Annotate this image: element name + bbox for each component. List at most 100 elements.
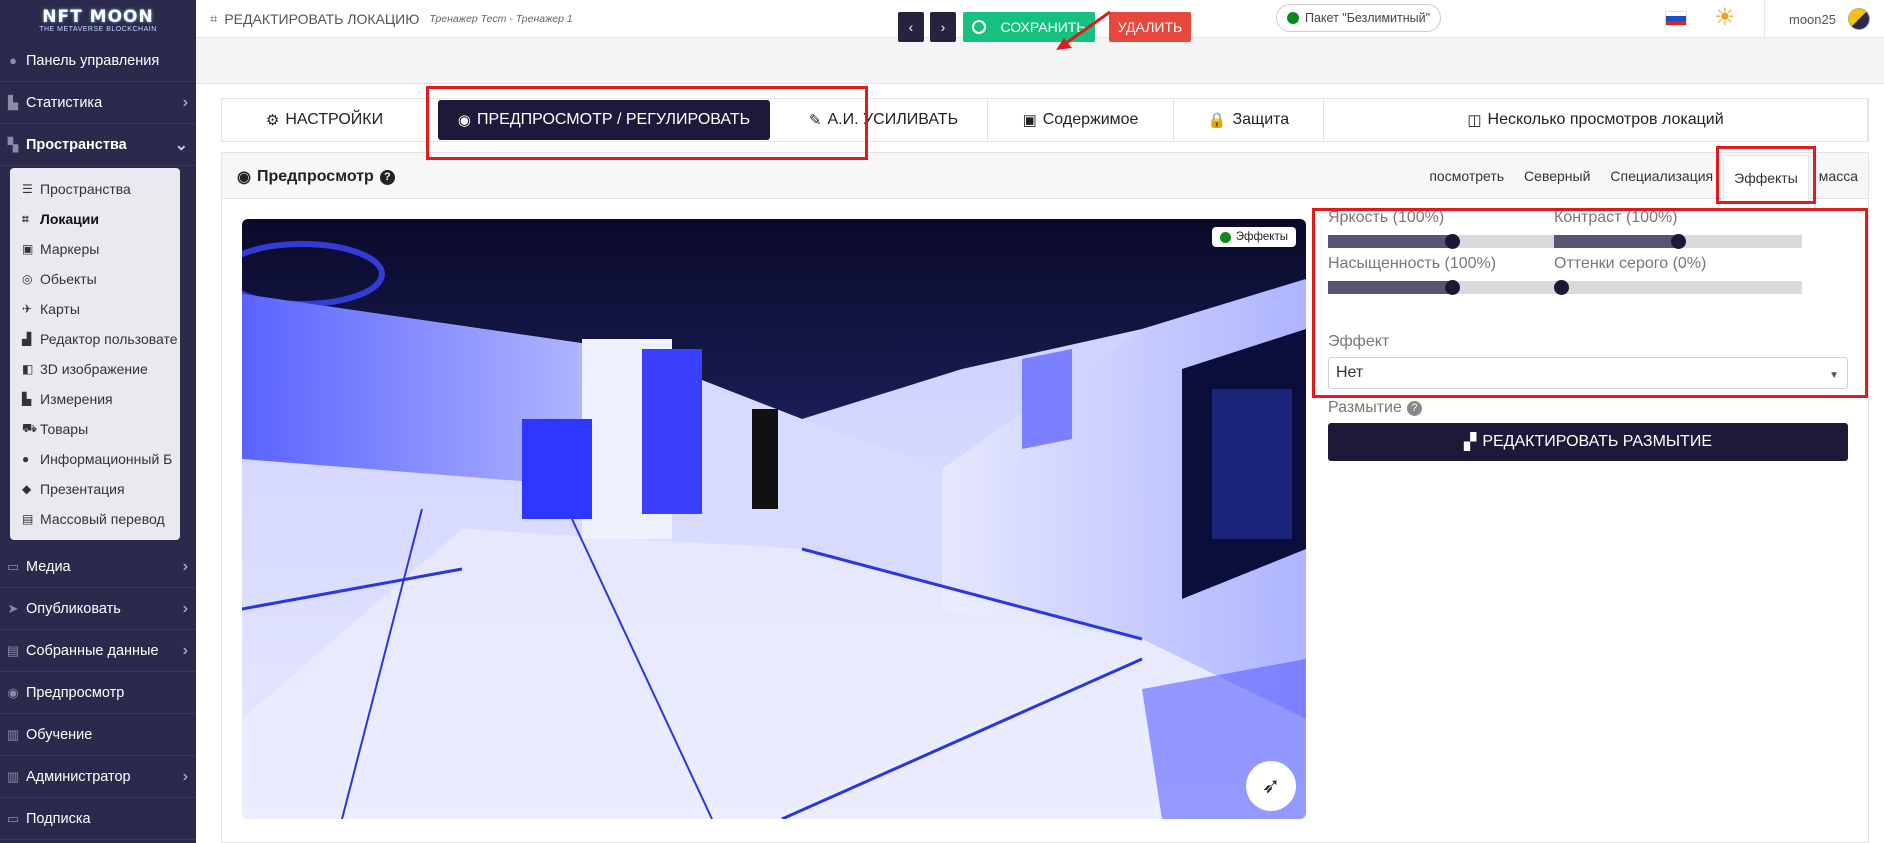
slider-handle[interactable] xyxy=(1445,280,1460,295)
menu-icon: ▥ xyxy=(6,726,20,742)
prev-button[interactable]: ‹ xyxy=(898,12,924,42)
submenu-item[interactable]: ☰ Пространства xyxy=(10,174,180,204)
submenu-item[interactable]: ▣ Маркеры xyxy=(10,234,180,264)
tab-label: Содержимое xyxy=(1042,111,1139,128)
theme-toggle-icon[interactable]: ☀ xyxy=(1714,5,1736,31)
tab-icon: ⚙ xyxy=(265,112,280,129)
sidebar-item-label: Медиа xyxy=(26,558,71,575)
submenu-item[interactable]: ✈ Карты xyxy=(10,294,180,324)
submenu-item[interactable]: ▤ Массовый перевод xyxy=(10,504,180,534)
help-icon[interactable]: ? xyxy=(1406,400,1422,416)
annotation-arrow-icon xyxy=(1056,10,1111,50)
tab-3[interactable]: ▣ Содержимое xyxy=(988,98,1174,142)
delete-button[interactable]: УДАЛИТЬ xyxy=(1109,12,1191,42)
panorama-preview[interactable]: Эффекты ➶ xyxy=(242,219,1306,819)
preview-tab[interactable]: Северный xyxy=(1514,153,1600,199)
sidebar-item-label: Пространства xyxy=(26,136,127,153)
slider-handle[interactable] xyxy=(1671,234,1686,249)
page-subtitle: Тренажер Тест - Тренажер 1 xyxy=(429,12,573,25)
chevron-icon: ⌄ xyxy=(174,136,188,154)
submenu-item[interactable]: ▟ Редактор пользовате xyxy=(10,324,180,354)
effects-badge-label: Эффекты xyxy=(1235,231,1288,243)
submenu-item[interactable]: ◎ Обьекты xyxy=(10,264,180,294)
submenu-item[interactable]: ● Информационный Б xyxy=(10,444,180,474)
grayscale-slider[interactable]: Оттенки серого (0%) xyxy=(1554,255,1802,295)
submenu-label: Презентация xyxy=(40,481,125,497)
location-icon: ⌗ xyxy=(210,10,218,26)
sidebar-item-items_top-1[interactable]: ▙ Статистика › xyxy=(0,82,196,124)
submenu-label: Массовый перевод xyxy=(40,511,165,527)
tab-icon: 🔒 xyxy=(1207,112,1227,129)
sidebar-item-items_bottom-3[interactable]: ◉ Предпросмотр xyxy=(0,672,196,714)
status-dot-icon xyxy=(1287,12,1299,24)
preview-tab[interactable]: Специализация xyxy=(1600,153,1723,199)
menu-icon: ▭ xyxy=(6,558,20,574)
sidebar-item-label: Опубликовать xyxy=(26,600,121,617)
tab-1[interactable]: ◉ ПРЕДПРОСМОТР / РЕГУЛИРОВАТЬ xyxy=(438,100,770,140)
compass-icon[interactable]: ➶ xyxy=(1246,761,1296,811)
chart-icon: ▙ xyxy=(8,94,18,110)
sidebar-item-label: Подписка xyxy=(26,810,91,827)
grayscale-label: Оттенки серого (0%) xyxy=(1554,255,1707,272)
preview-tab[interactable]: Эффекты xyxy=(1723,155,1809,199)
help-icon[interactable]: ? xyxy=(379,169,395,185)
logo[interactable]: NFT MOON THE METAVERSE BLOCKCHAIN xyxy=(0,0,196,40)
effect-value: Нет xyxy=(1336,364,1364,381)
sidebar-item-items_bottom-6[interactable]: ▭ Подписка xyxy=(0,798,196,840)
russian-flag-icon[interactable] xyxy=(1665,11,1687,26)
submenu-icon: ◧ xyxy=(22,362,34,376)
submenu-icon: ⌗ xyxy=(22,211,29,226)
editor-tabs: ⚙ НАСТРОЙКИ ◉ ПРЕДПРОСМОТР / РЕГУЛИРОВАТЬ ✎ А… xyxy=(221,98,1869,142)
preview-tab[interactable]: посмотреть xyxy=(1419,153,1514,199)
slider-handle[interactable] xyxy=(1554,280,1569,295)
submenu-item[interactable]: ◧ 3D изображение xyxy=(10,354,180,384)
submenu-icon: ⛟ xyxy=(22,421,38,435)
sidebar-item-items_bottom-2[interactable]: ▤ Собранные данные › xyxy=(0,630,196,672)
tab-0[interactable]: ⚙ НАСТРОЙКИ xyxy=(222,98,428,142)
submenu-item[interactable]: ◆ Презентация xyxy=(10,474,180,504)
edit-blur-button[interactable]: ▞ РЕДАКТИРОВАТЬ РАЗМЫТИЕ xyxy=(1328,423,1848,461)
sidebar-item-label: Статистика xyxy=(26,94,103,111)
slider-track[interactable] xyxy=(1554,234,1802,249)
sidebar-item-items_top-0[interactable]: ● Панель управления xyxy=(0,40,196,82)
sidebar-item-items_top-2[interactable]: ▚ Пространства ⌄ xyxy=(0,124,196,166)
submenu-label: Локации xyxy=(40,211,99,227)
status-dot-icon xyxy=(1219,231,1231,243)
saturation-slider[interactable]: Насыщенность (100%) xyxy=(1328,255,1576,295)
effect-select[interactable]: Нет ▼ xyxy=(1328,357,1848,389)
user-menu[interactable]: moon25 xyxy=(1764,0,1870,38)
submenu-label: Маркеры xyxy=(40,241,100,257)
sidebar-item-items_bottom-5[interactable]: ▥ Администратор › xyxy=(0,756,196,798)
preview-tab[interactable]: масса xyxy=(1809,153,1868,199)
eye-icon: ◉ xyxy=(237,169,251,186)
submenu-item[interactable]: ⌗ Локации xyxy=(10,204,180,234)
slider-track[interactable] xyxy=(1328,280,1576,295)
tab-2[interactable]: ✎ А.И. УСИЛИВАТЬ xyxy=(780,98,988,142)
sidebar-item-items_bottom-4[interactable]: ▥ Обучение xyxy=(0,714,196,756)
sidebar-item-items_bottom-1[interactable]: ➤ Опубликовать › xyxy=(0,588,196,630)
plan-badge[interactable]: Пакет "Безлимитный" xyxy=(1276,4,1442,32)
action-bar xyxy=(196,38,1884,84)
chevron-down-icon: ▼ xyxy=(1829,370,1839,381)
next-button[interactable]: › xyxy=(930,12,956,42)
tab-label: НАСТРОЙКИ xyxy=(285,111,384,128)
breadcrumb: ⌗ РЕДАКТИРОВАТЬ ЛОКАЦИЮ Тренажер Тест - … xyxy=(196,11,573,27)
spaces-icon: ▚ xyxy=(8,136,18,152)
effects-badge[interactable]: Эффекты xyxy=(1211,227,1296,247)
submenu-item[interactable]: ▙ Измерения xyxy=(10,384,180,414)
blur-label: Размытие ? xyxy=(1328,399,1422,417)
submenu-item[interactable]: ⛟ Товары xyxy=(10,414,180,444)
slider-handle[interactable] xyxy=(1445,234,1460,249)
save-ring-icon xyxy=(972,20,987,34)
slider-track[interactable] xyxy=(1328,234,1576,249)
menu-icon: ▤ xyxy=(6,642,20,658)
brightness-slider[interactable]: Яркость (100%) xyxy=(1328,209,1576,249)
contrast-slider[interactable]: Контраст (100%) xyxy=(1554,209,1802,249)
tab-4[interactable]: 🔒 Защита xyxy=(1174,98,1324,142)
submenu-label: Пространства xyxy=(40,181,131,197)
tab-5[interactable]: ◫ Несколько просмотров локаций xyxy=(1324,98,1868,142)
slider-track[interactable] xyxy=(1554,280,1802,295)
sidebar-item-label: Собранные данные xyxy=(26,642,159,659)
sidebar-item-label: Обучение xyxy=(26,726,93,743)
sidebar-item-items_bottom-0[interactable]: ▭ Медиа › xyxy=(0,546,196,588)
